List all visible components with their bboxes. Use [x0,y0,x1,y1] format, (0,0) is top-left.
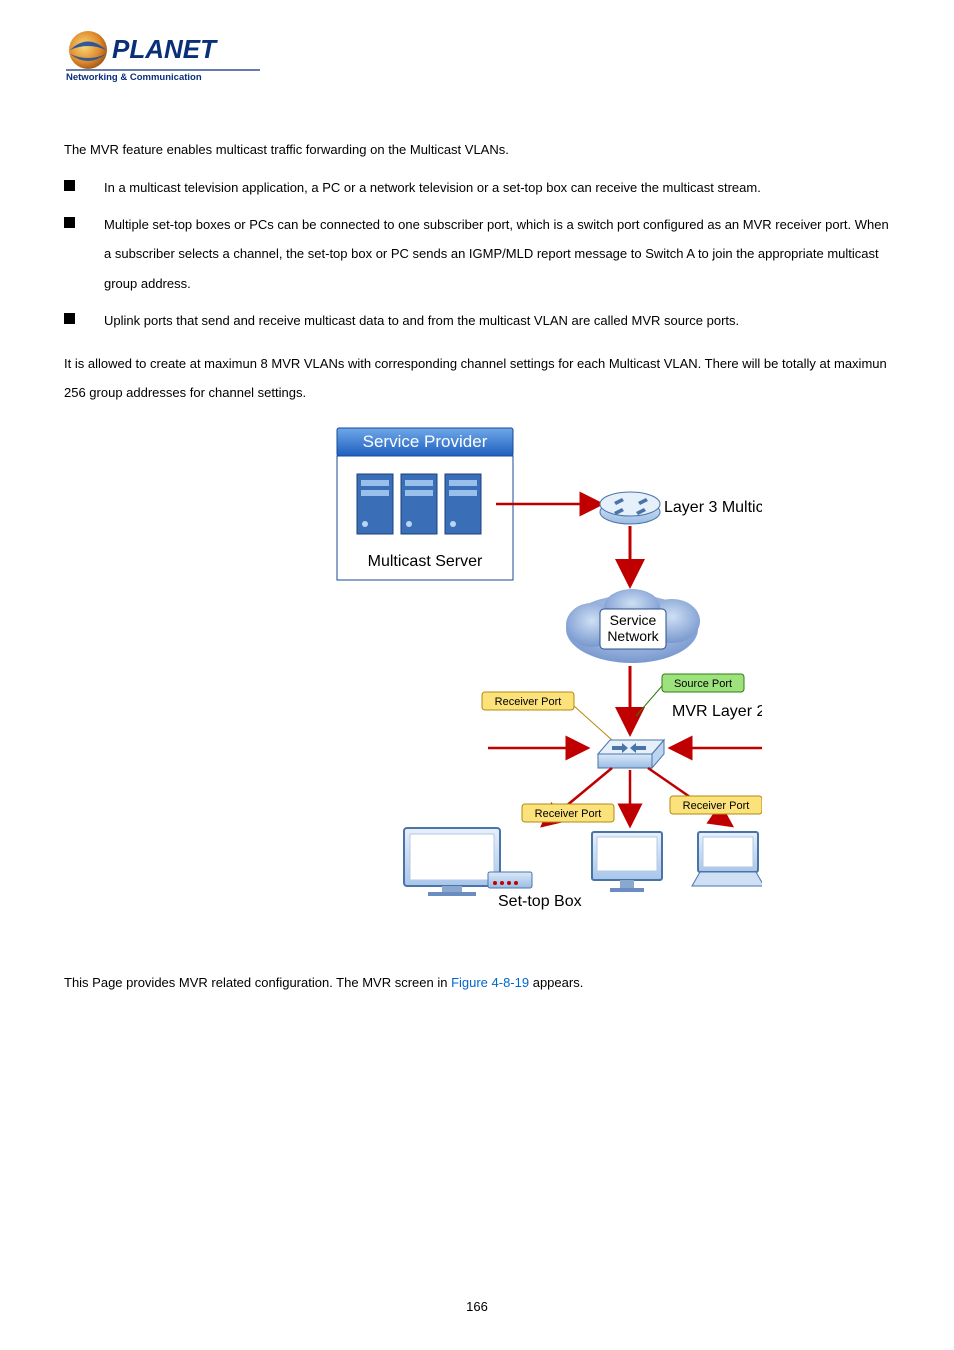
footer-pre: This Page provides MVR related configura… [64,975,451,990]
source-port-label: Source Port [674,678,732,690]
logo-tagline-text: Networking & Communication [66,72,202,83]
intro-text: The MVR feature enables multicast traffi… [64,140,890,161]
footer-post: appears. [529,975,583,990]
bullet-text: Multiple set-top boxes or PCs can be con… [104,217,889,291]
l3-router-label: Layer 3 Multicast Router [664,499,762,516]
receiver-port-label: Receiver Port [683,800,750,812]
bullet-square-icon [64,217,75,228]
bullet-square-icon [64,313,75,324]
settop-label: Set-top Box [498,893,582,910]
receiver-port-label: Receiver Port [535,808,602,820]
summary-paragraph: It is allowed to create at maximun 8 MVR… [64,349,890,408]
bullet-text: In a multicast television application, a… [104,180,761,195]
receiver-port-label: Receiver Port [495,696,562,708]
logo-brand-text: PLANET [112,34,218,64]
logo: PLANET Networking & Communication [64,28,890,84]
page-number: 166 [0,1299,954,1314]
bullet-text: Uplink ports that send and receive multi… [104,313,739,328]
service-network-label-1: Service [610,612,657,628]
service-network-label-2: Network [607,628,659,644]
mvr-switch-label: MVR Layer 2 Switch [672,703,762,720]
figure-link[interactable]: Figure 4-8-19 [451,975,529,990]
multicast-server-label: Multicast Server [368,553,483,570]
footer-text: This Page provides MVR related configura… [64,973,890,994]
list-item: Uplink ports that send and receive multi… [64,306,890,335]
service-provider-label: Service Provider [363,432,488,451]
bullet-square-icon [64,180,75,191]
list-item: Multiple set-top boxes or PCs can be con… [64,210,890,298]
network-diagram: Service Provider [192,426,762,923]
list-item: In a multicast television application, a… [64,173,890,202]
bullet-list: In a multicast television application, a… [64,173,890,335]
